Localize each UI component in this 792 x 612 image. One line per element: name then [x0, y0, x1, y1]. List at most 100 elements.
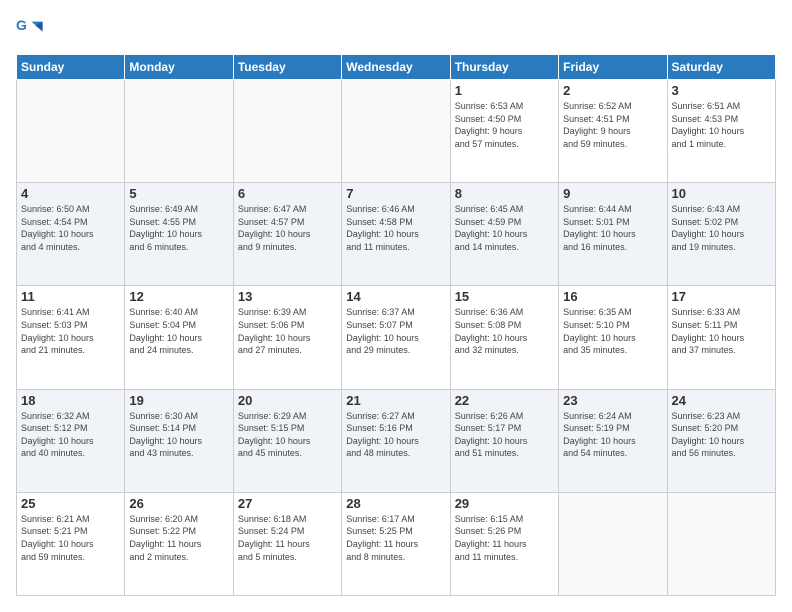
day-info: Sunrise: 6:29 AM Sunset: 5:15 PM Dayligh… — [238, 410, 337, 460]
day-info: Sunrise: 6:43 AM Sunset: 5:02 PM Dayligh… — [672, 203, 771, 253]
calendar-cell: 23Sunrise: 6:24 AM Sunset: 5:19 PM Dayli… — [559, 389, 667, 492]
calendar-header-row: SundayMondayTuesdayWednesdayThursdayFrid… — [17, 55, 776, 80]
calendar-cell: 25Sunrise: 6:21 AM Sunset: 5:21 PM Dayli… — [17, 492, 125, 595]
calendar-cell — [667, 492, 775, 595]
day-info: Sunrise: 6:26 AM Sunset: 5:17 PM Dayligh… — [455, 410, 554, 460]
day-info: Sunrise: 6:18 AM Sunset: 5:24 PM Dayligh… — [238, 513, 337, 563]
calendar-week-row: 1 Sunrise: 6:53 AM Sunset: 4:50 PM Daylig… — [17, 80, 776, 183]
logo: G — [16, 16, 46, 44]
header: G — [16, 16, 776, 44]
calendar-cell — [233, 80, 341, 183]
day-info: Sunrise: 6:23 AM Sunset: 5:20 PM Dayligh… — [672, 410, 771, 460]
calendar-cell: 22 Sunrise: 6:26 AM Sunset: 5:17 PM Dayli… — [450, 389, 558, 492]
day-number: 24 — [672, 393, 771, 408]
calendar-cell: 17Sunrise: 6:33 AM Sunset: 5:11 PM Dayli… — [667, 286, 775, 389]
day-info: Sunrise: 6:32 AM Sunset: 5:12 PM Dayligh… — [21, 410, 120, 460]
day-info: Sunrise: 6:17 AM Sunset: 5:25 PM Dayligh… — [346, 513, 445, 563]
calendar-cell: 24 Sunrise: 6:23 AM Sunset: 5:20 PM Dayli… — [667, 389, 775, 492]
calendar-cell: 6 Sunrise: 6:47 AM Sunset: 4:57 PM Daylig… — [233, 183, 341, 286]
day-info: Sunrise: 6:51 AM Sunset: 4:53 PM Dayligh… — [672, 100, 771, 150]
calendar-cell: 29Sunrise: 6:15 AM Sunset: 5:26 PM Dayli… — [450, 492, 558, 595]
calendar-cell: 15Sunrise: 6:36 AM Sunset: 5:08 PM Dayli… — [450, 286, 558, 389]
calendar-cell: 2 Sunrise: 6:52 AM Sunset: 4:51 PM Daylig… — [559, 80, 667, 183]
day-info: Sunrise: 6:24 AM Sunset: 5:19 PM Dayligh… — [563, 410, 662, 460]
day-number: 3 — [672, 83, 771, 98]
day-info: Sunrise: 6:20 AM Sunset: 5:22 PM Dayligh… — [129, 513, 228, 563]
day-number: 28 — [346, 496, 445, 511]
day-info: Sunrise: 6:21 AM Sunset: 5:21 PM Dayligh… — [21, 513, 120, 563]
calendar-cell: 18 Sunrise: 6:32 AM Sunset: 5:12 PM Dayli… — [17, 389, 125, 492]
calendar-week-row: 11 Sunrise: 6:41 AM Sunset: 5:03 PM Dayli… — [17, 286, 776, 389]
calendar-cell: 20 Sunrise: 6:29 AM Sunset: 5:15 PM Dayli… — [233, 389, 341, 492]
calendar-cell: 16 Sunrise: 6:35 AM Sunset: 5:10 PM Dayli… — [559, 286, 667, 389]
day-info: Sunrise: 6:35 AM Sunset: 5:10 PM Dayligh… — [563, 306, 662, 356]
day-number: 11 — [21, 289, 120, 304]
calendar-cell: 7 Sunrise: 6:46 AM Sunset: 4:58 PM Daylig… — [342, 183, 450, 286]
logo-icon: G — [16, 16, 44, 44]
day-info: Sunrise: 6:46 AM Sunset: 4:58 PM Dayligh… — [346, 203, 445, 253]
calendar-cell: 26 Sunrise: 6:20 AM Sunset: 5:22 PM Dayli… — [125, 492, 233, 595]
calendar-cell: 19 Sunrise: 6:30 AM Sunset: 5:14 PM Dayli… — [125, 389, 233, 492]
day-info: Sunrise: 6:40 AM Sunset: 5:04 PM Dayligh… — [129, 306, 228, 356]
day-number: 13 — [238, 289, 337, 304]
day-number: 27 — [238, 496, 337, 511]
calendar-cell: 9 Sunrise: 6:44 AM Sunset: 5:01 PM Daylig… — [559, 183, 667, 286]
calendar-cell: 4 Sunrise: 6:50 AM Sunset: 4:54 PM Daylig… — [17, 183, 125, 286]
day-number: 14 — [346, 289, 445, 304]
calendar-cell: 10 Sunrise: 6:43 AM Sunset: 5:02 PM Dayli… — [667, 183, 775, 286]
calendar-page: G SundayMondayTuesdayWednesdayThursdayFr… — [0, 0, 792, 612]
day-info: Sunrise: 6:45 AM Sunset: 4:59 PM Dayligh… — [455, 203, 554, 253]
day-number: 2 — [563, 83, 662, 98]
day-info: Sunrise: 6:37 AM Sunset: 5:07 PM Dayligh… — [346, 306, 445, 356]
day-info: Sunrise: 6:47 AM Sunset: 4:57 PM Dayligh… — [238, 203, 337, 253]
day-number: 18 — [21, 393, 120, 408]
calendar-week-row: 25Sunrise: 6:21 AM Sunset: 5:21 PM Dayli… — [17, 492, 776, 595]
calendar-cell: 11 Sunrise: 6:41 AM Sunset: 5:03 PM Dayli… — [17, 286, 125, 389]
svg-text:G: G — [16, 17, 27, 33]
day-number: 4 — [21, 186, 120, 201]
weekday-header-saturday: Saturday — [667, 55, 775, 80]
calendar-cell: 3 Sunrise: 6:51 AM Sunset: 4:53 PM Daylig… — [667, 80, 775, 183]
day-number: 12 — [129, 289, 228, 304]
weekday-header-friday: Friday — [559, 55, 667, 80]
weekday-header-wednesday: Wednesday — [342, 55, 450, 80]
calendar-cell: 12 Sunrise: 6:40 AM Sunset: 5:04 PM Dayli… — [125, 286, 233, 389]
calendar-cell: 5 Sunrise: 6:49 AM Sunset: 4:55 PM Daylig… — [125, 183, 233, 286]
day-info: Sunrise: 6:53 AM Sunset: 4:50 PM Dayligh… — [455, 100, 554, 150]
day-info: Sunrise: 6:49 AM Sunset: 4:55 PM Dayligh… — [129, 203, 228, 253]
day-number: 26 — [129, 496, 228, 511]
weekday-header-thursday: Thursday — [450, 55, 558, 80]
calendar-cell — [559, 492, 667, 595]
day-number: 5 — [129, 186, 228, 201]
calendar-week-row: 18 Sunrise: 6:32 AM Sunset: 5:12 PM Dayli… — [17, 389, 776, 492]
weekday-header-monday: Monday — [125, 55, 233, 80]
calendar-table: SundayMondayTuesdayWednesdayThursdayFrid… — [16, 54, 776, 596]
calendar-cell — [17, 80, 125, 183]
calendar-cell: 28 Sunrise: 6:17 AM Sunset: 5:25 PM Dayli… — [342, 492, 450, 595]
day-number: 6 — [238, 186, 337, 201]
day-number: 19 — [129, 393, 228, 408]
day-info: Sunrise: 6:33 AM Sunset: 5:11 PM Dayligh… — [672, 306, 771, 356]
day-number: 7 — [346, 186, 445, 201]
calendar-cell: 8Sunrise: 6:45 AM Sunset: 4:59 PM Daylig… — [450, 183, 558, 286]
day-number: 9 — [563, 186, 662, 201]
calendar-cell — [342, 80, 450, 183]
calendar-body: 1 Sunrise: 6:53 AM Sunset: 4:50 PM Daylig… — [17, 80, 776, 596]
calendar-cell: 21Sunrise: 6:27 AM Sunset: 5:16 PM Dayli… — [342, 389, 450, 492]
day-number: 1 — [455, 83, 554, 98]
day-info: Sunrise: 6:30 AM Sunset: 5:14 PM Dayligh… — [129, 410, 228, 460]
day-info: Sunrise: 6:41 AM Sunset: 5:03 PM Dayligh… — [21, 306, 120, 356]
day-info: Sunrise: 6:44 AM Sunset: 5:01 PM Dayligh… — [563, 203, 662, 253]
calendar-cell: 14 Sunrise: 6:37 AM Sunset: 5:07 PM Dayli… — [342, 286, 450, 389]
day-info: Sunrise: 6:39 AM Sunset: 5:06 PM Dayligh… — [238, 306, 337, 356]
day-number: 20 — [238, 393, 337, 408]
day-number: 16 — [563, 289, 662, 304]
day-info: Sunrise: 6:52 AM Sunset: 4:51 PM Dayligh… — [563, 100, 662, 150]
weekday-header-sunday: Sunday — [17, 55, 125, 80]
weekday-header-tuesday: Tuesday — [233, 55, 341, 80]
day-number: 22 — [455, 393, 554, 408]
calendar-cell: 27 Sunrise: 6:18 AM Sunset: 5:24 PM Dayli… — [233, 492, 341, 595]
calendar-cell — [125, 80, 233, 183]
day-info: Sunrise: 6:50 AM Sunset: 4:54 PM Dayligh… — [21, 203, 120, 253]
day-number: 10 — [672, 186, 771, 201]
